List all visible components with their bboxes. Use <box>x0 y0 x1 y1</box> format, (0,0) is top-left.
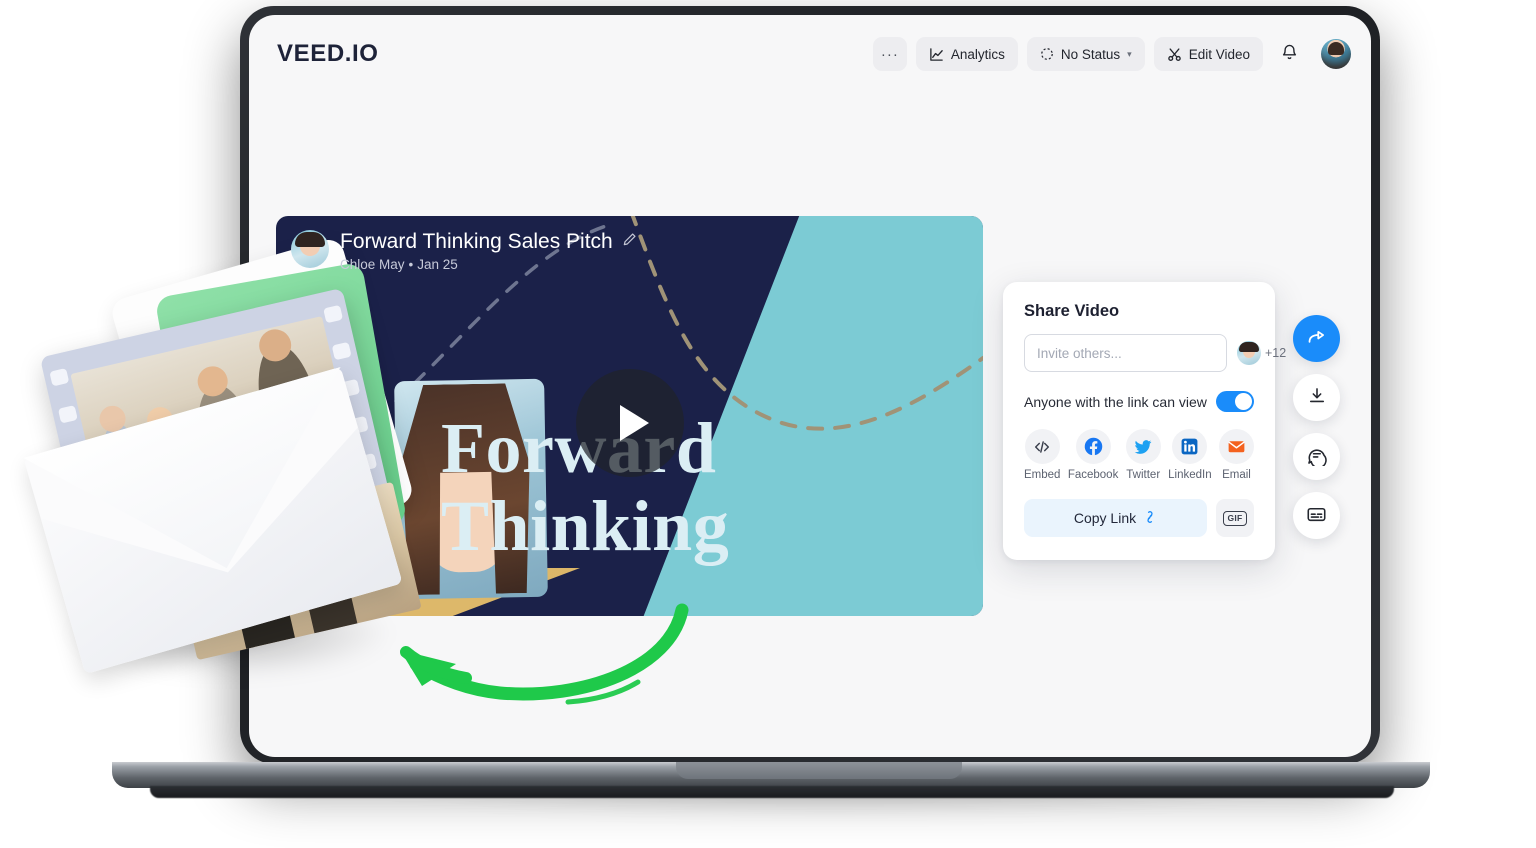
share-linkedin-button[interactable]: LinkedIn <box>1168 429 1212 481</box>
email-icon <box>1219 429 1254 464</box>
scissors-icon <box>1167 47 1182 62</box>
link-permission-row: Anyone with the link can view <box>1024 391 1254 412</box>
separator: • <box>408 257 414 272</box>
ellipsis-icon: ··· <box>880 45 899 63</box>
video-title-row: Forward Thinking Sales Pitch <box>340 230 637 254</box>
gif-button[interactable]: GIF <box>1216 499 1254 537</box>
notification-bell-icon <box>1280 43 1299 65</box>
edit-video-button[interactable]: Edit Video <box>1153 37 1263 71</box>
share-arrow-icon <box>1306 327 1327 351</box>
comment-icon <box>1306 445 1327 469</box>
notification-bell-button[interactable] <box>1272 37 1306 71</box>
pencil-icon[interactable] <box>622 232 637 252</box>
chain-link-icon <box>1143 510 1157 527</box>
brand-logo[interactable]: VEED.IO <box>277 40 379 68</box>
code-icon <box>1024 429 1060 464</box>
subtitles-action-button[interactable] <box>1293 492 1340 539</box>
facebook-icon <box>1075 429 1111 464</box>
play-button[interactable] <box>576 369 684 477</box>
share-linkedin-label: LinkedIn <box>1168 469 1212 481</box>
share-twitter-button[interactable]: Twitter <box>1125 429 1161 481</box>
edit-video-label: Edit Video <box>1188 46 1250 62</box>
share-embed-label: Embed <box>1024 469 1061 481</box>
invite-more-count: +12 <box>1265 346 1287 360</box>
status-button[interactable]: No Status ▾ <box>1026 37 1145 71</box>
video-submeta: Chloe May • Jan 25 <box>340 257 637 272</box>
link-permission-toggle[interactable] <box>1216 391 1254 412</box>
comment-action-button[interactable] <box>1293 433 1340 480</box>
hero-text-line-2: Thinking <box>441 486 730 566</box>
subtitles-icon <box>1306 504 1327 528</box>
laptop-base-notch <box>676 762 962 779</box>
header-actions: ··· Analytics No Status ▾ Edit Video <box>872 37 1351 71</box>
invitee-avatars[interactable]: +12 <box>1237 341 1286 365</box>
share-panel-title: Share Video <box>1024 302 1120 320</box>
analytics-label: Analytics <box>950 46 1005 62</box>
invite-row: +12 <box>1024 334 1286 372</box>
share-email-button[interactable]: Email <box>1219 429 1254 481</box>
twitter-icon <box>1125 429 1161 464</box>
chart-line-icon <box>929 47 944 62</box>
app-header: VEED.IO ··· Analytics No Status ▾ Edit V… <box>249 15 1371 93</box>
social-share-row: Embed Facebook Twitter LinkedIn Email <box>1024 429 1254 481</box>
curved-arrow-icon <box>400 603 689 705</box>
share-video-panel: Share Video +12 Anyone with the link can… <box>1003 282 1286 560</box>
share-embed-button[interactable]: Embed <box>1024 429 1060 481</box>
chevron-down-icon: ▾ <box>1127 48 1132 59</box>
copy-link-label: Copy Link <box>1073 510 1137 526</box>
avatar[interactable] <box>1321 39 1351 69</box>
video-date: Jan 25 <box>417 257 458 272</box>
share-panel-bottom-row: Copy Link GIF <box>1024 499 1254 537</box>
floating-action-rail <box>1293 315 1340 539</box>
play-icon <box>619 405 649 441</box>
share-facebook-label: Facebook <box>1067 469 1119 481</box>
download-action-button[interactable] <box>1293 374 1340 421</box>
author-avatar <box>291 230 329 268</box>
avatar <box>1237 341 1261 365</box>
copy-link-button[interactable]: Copy Link <box>1024 499 1207 537</box>
link-permission-label: Anyone with the link can view <box>1024 393 1207 410</box>
share-action-button[interactable] <box>1293 315 1340 362</box>
dashed-circle-icon <box>1040 47 1054 61</box>
linkedin-icon <box>1172 429 1208 464</box>
share-twitter-label: Twitter <box>1126 469 1161 481</box>
screenshot-root: VEED.IO ··· Analytics No Status ▾ Edit V… <box>0 0 1536 848</box>
toggle-knob <box>1235 393 1252 410</box>
laptop-foot <box>150 786 1394 798</box>
video-meta: Forward Thinking Sales Pitch Chloe May • J… <box>291 230 637 272</box>
share-email-label: Email <box>1222 469 1251 481</box>
gif-badge: GIF <box>1223 510 1247 526</box>
analytics-button[interactable]: Analytics <box>915 37 1018 71</box>
author-name: Chloe May <box>340 257 405 272</box>
video-title: Forward Thinking Sales Pitch <box>340 230 613 253</box>
share-facebook-button[interactable]: Facebook <box>1067 429 1119 481</box>
download-icon <box>1307 386 1327 409</box>
invite-input[interactable] <box>1024 334 1227 372</box>
more-options-button[interactable]: ··· <box>872 37 907 71</box>
status-label: No Status <box>1060 46 1121 62</box>
